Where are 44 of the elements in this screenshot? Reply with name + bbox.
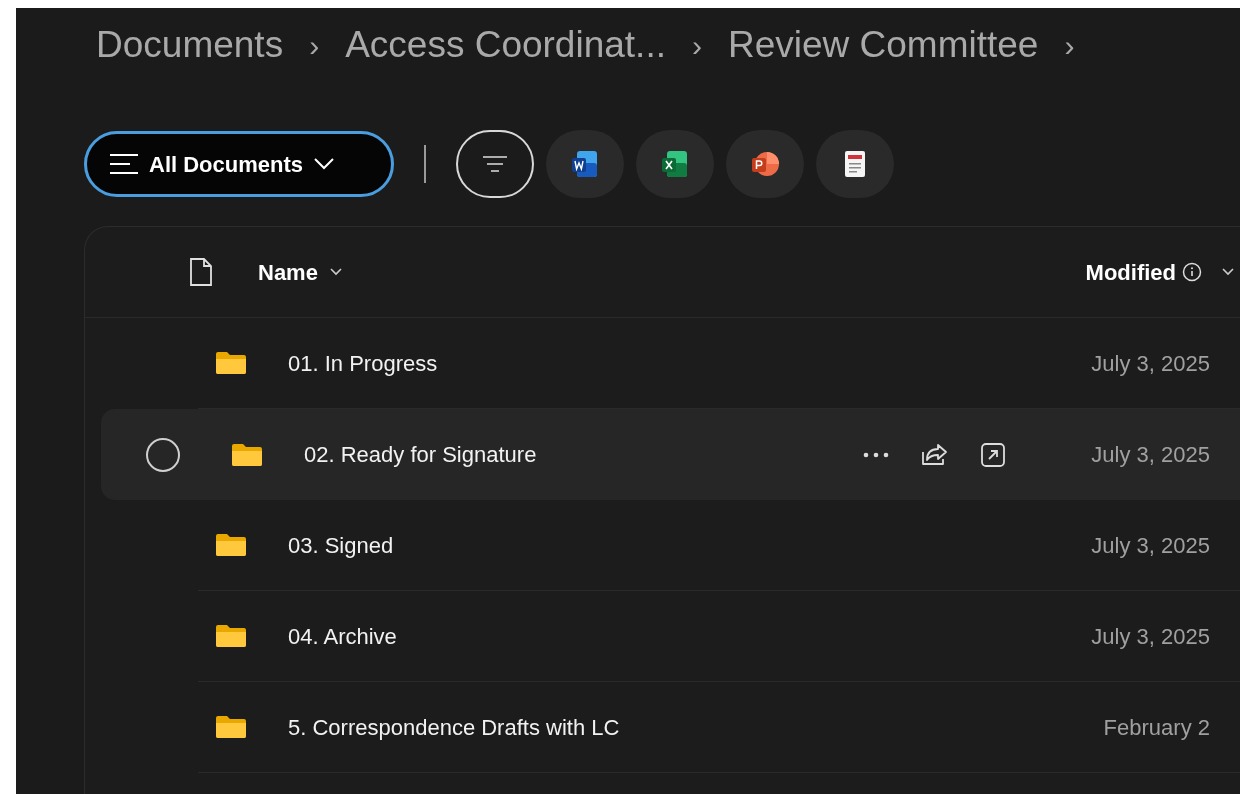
breadcrumb-separator: ›: [691, 27, 702, 64]
chevron-down-icon: [329, 268, 342, 276]
word-document-icon: [571, 149, 599, 179]
filter-button[interactable]: [456, 130, 534, 198]
info-icon: [1182, 262, 1202, 282]
share-icon[interactable]: [920, 441, 950, 468]
menu-icon: [109, 152, 139, 176]
table-row[interactable]: 04. Archive July 3, 2025: [198, 591, 1240, 682]
folder-name[interactable]: 03. Signed: [288, 528, 394, 562]
table-row[interactable]: 5. Correspondence Drafts with LC February 2: [198, 682, 1240, 773]
presentation-icon: [750, 149, 780, 179]
pdf-document-icon: [843, 150, 867, 178]
breadcrumb-link[interactable]: Review Committee: [727, 17, 1039, 73]
more-options-icon[interactable]: [862, 451, 890, 458]
filter-icon: [482, 155, 508, 173]
file-icon: [189, 257, 213, 287]
open-in-new-icon[interactable]: [980, 441, 1006, 468]
modified-date: February 2: [1102, 713, 1210, 742]
breadcrumb-separator: ›: [1064, 27, 1075, 64]
folder-icon: [214, 623, 248, 649]
folder-name[interactable]: 5. Correspondence Drafts with LC: [288, 710, 620, 744]
folder-icon: [214, 532, 248, 558]
folder-name[interactable]: 04. Archive: [288, 619, 397, 653]
view-selector-button[interactable]: All Documents: [84, 131, 394, 197]
breadcrumb-link[interactable]: Access Coordinat...: [345, 17, 666, 73]
table-row[interactable]: 02. Ready for Signature July 3, 2025: [101, 409, 1240, 500]
modified-date: July 3, 2025: [1090, 349, 1210, 378]
breadcrumb-separator: ›: [309, 27, 320, 64]
folder-icon: [230, 441, 264, 468]
modified-column-header[interactable]: Modified: [1085, 255, 1202, 289]
folder-icon: [214, 714, 248, 740]
modified-date: July 3, 2025: [1090, 531, 1210, 560]
modified-date: July 3, 2025: [1090, 441, 1210, 469]
folder-icon: [214, 350, 248, 376]
folder-name[interactable]: 01. In Progress: [288, 346, 438, 380]
chevron-down-icon: [313, 157, 336, 171]
folder-name[interactable]: 02. Ready for Signature: [304, 438, 537, 471]
chevron-down-icon: [1222, 268, 1234, 276]
name-column-header[interactable]: Name: [258, 255, 342, 289]
select-checkbox[interactable]: [146, 437, 180, 472]
spreadsheet-icon: [661, 149, 689, 179]
modified-date: July 3, 2025: [1090, 622, 1210, 651]
breadcrumb-link[interactable]: Documents: [96, 17, 284, 73]
table-row[interactable]: 03. Signed July 3, 2025: [198, 500, 1240, 591]
